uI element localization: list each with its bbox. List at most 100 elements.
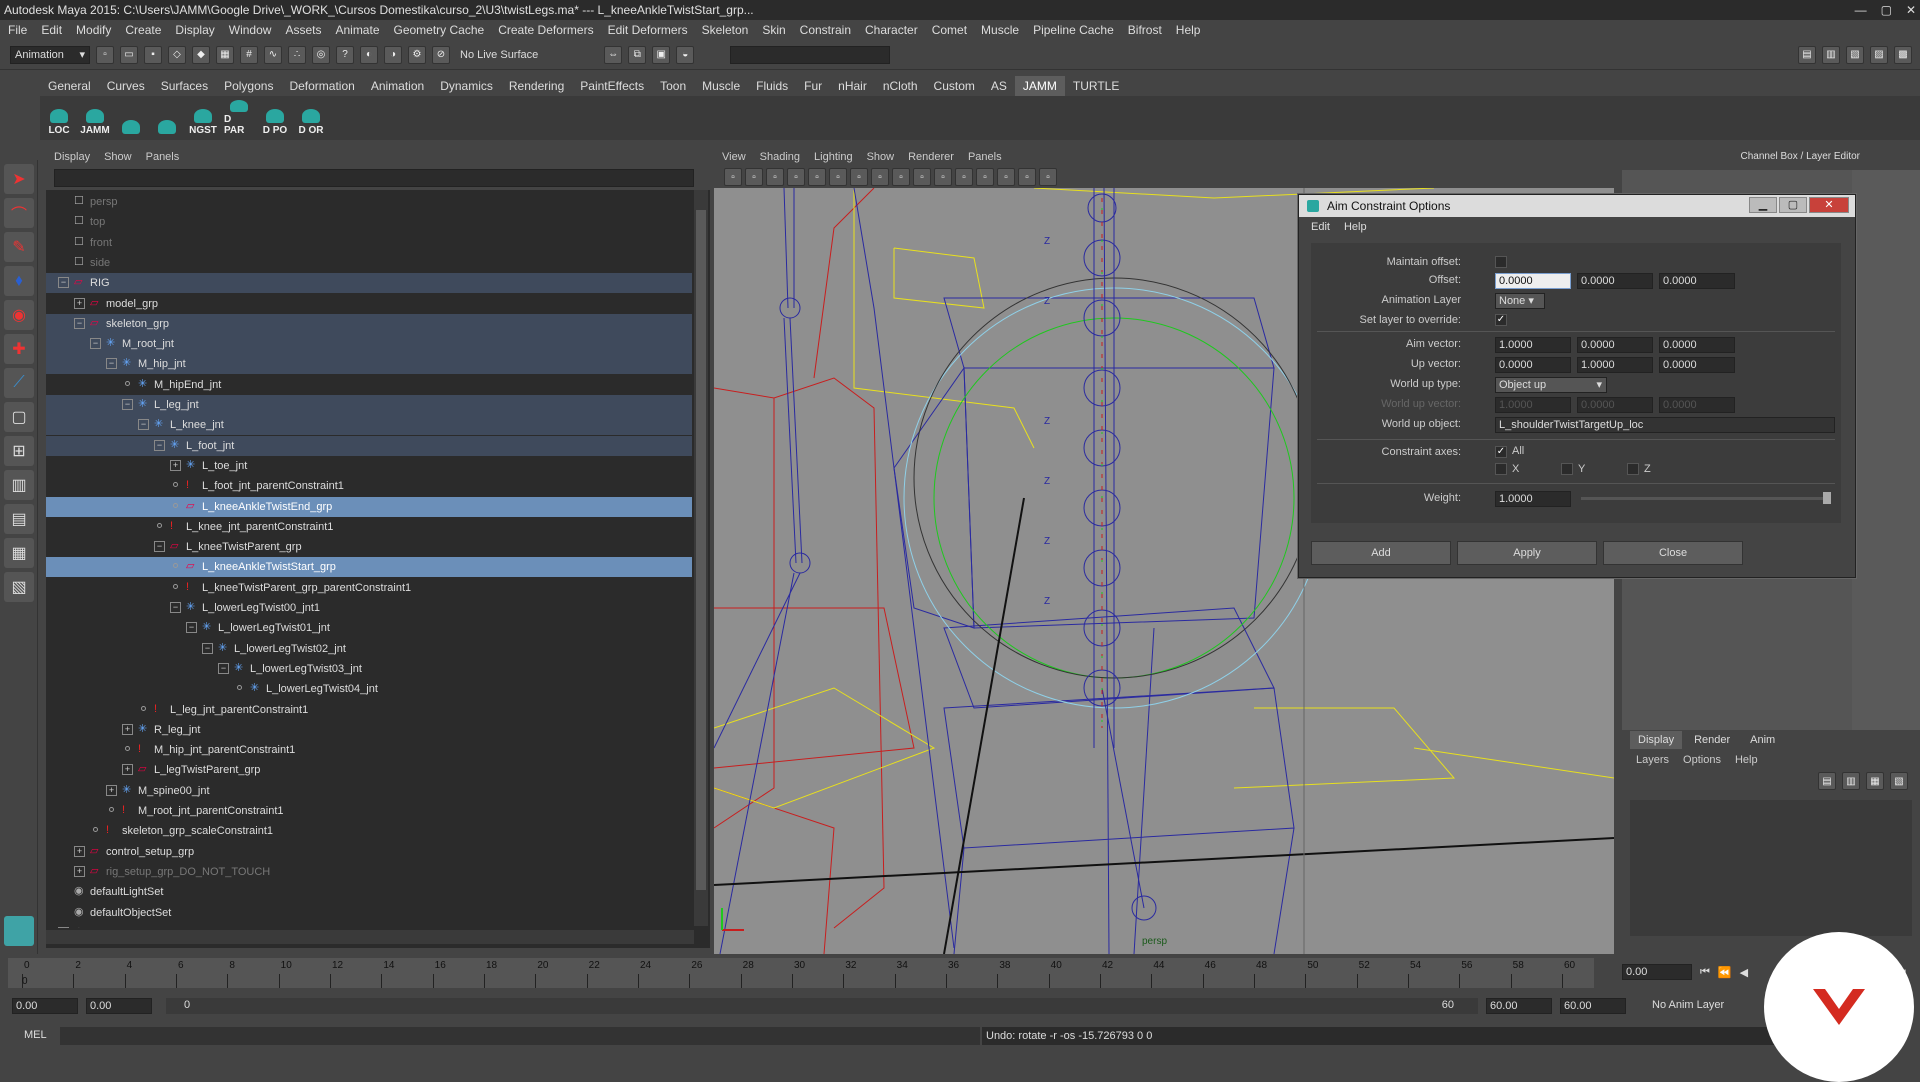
lock-camera-icon[interactable]: ▫: [745, 168, 763, 186]
new-layer-selected-icon[interactable]: ▥: [1842, 772, 1860, 790]
shelf-tab-deformation[interactable]: Deformation: [281, 76, 362, 96]
transform-icon[interactable]: ⇔: [604, 45, 623, 64]
world-up-object-field[interactable]: L_shoulderTwistTargetUp_loc: [1495, 417, 1835, 433]
outliner-node[interactable]: − ✳ L_leg_jnt: [46, 395, 692, 415]
quick-select-field[interactable]: [730, 45, 891, 64]
menu-modify[interactable]: Modify: [76, 20, 111, 40]
outliner-node[interactable]: − ✳ L_lowerLegTwist02_jnt: [46, 639, 692, 659]
attribute-editor-icon[interactable]: ▧: [1846, 45, 1864, 64]
camera-select-icon[interactable]: ▫: [724, 168, 742, 186]
outliner-node[interactable]: ! L_knee_jnt_parentConstraint1: [46, 517, 692, 537]
weight-field[interactable]: 1.0000: [1495, 491, 1571, 507]
shelf-tab-animation[interactable]: Animation: [363, 76, 432, 96]
expand-icon[interactable]: +: [122, 723, 133, 735]
outliner-node[interactable]: + ✳ R_leg_jnt: [46, 720, 692, 740]
move-tool-icon[interactable]: ⬧: [4, 266, 34, 296]
collapse-icon[interactable]: −: [154, 439, 165, 451]
scale-tool-icon[interactable]: ✚: [4, 334, 34, 364]
menu-bifrost[interactable]: Bifrost: [1128, 20, 1162, 40]
shelf-tab-dynamics[interactable]: Dynamics: [432, 76, 501, 96]
menu-animate[interactable]: Animate: [335, 20, 379, 40]
outliner-node[interactable]: + ▱ control_setup_grp: [46, 842, 692, 862]
image-plane-icon[interactable]: ▫: [787, 168, 805, 186]
snap-grid-icon[interactable]: #: [240, 45, 258, 64]
expand-icon[interactable]: +: [74, 845, 85, 857]
outliner-node[interactable]: − ▱ RIG: [46, 273, 692, 294]
collapse-icon[interactable]: −: [186, 622, 197, 634]
anim-start-field[interactable]: 0.00: [12, 998, 78, 1014]
offset-z-field[interactable]: 0.0000: [1659, 273, 1735, 289]
viewport-menu-show[interactable]: Show: [867, 151, 895, 163]
menu-display[interactable]: Display: [175, 20, 214, 40]
outliner-node[interactable]: ! M_hip_jnt_parentConstraint1: [46, 740, 692, 760]
shelf-tab-fluids[interactable]: Fluids: [748, 76, 796, 96]
xray-icon[interactable]: ▫: [934, 168, 952, 186]
hypershade-icon[interactable]: ◒: [676, 45, 695, 64]
set-layer-checkbox[interactable]: ✓: [1495, 314, 1507, 326]
outliner-node[interactable]: ! L_foot_jnt_parentConstraint1: [46, 476, 692, 496]
outliner-node[interactable]: − ✳ L_knee_jnt: [46, 415, 692, 436]
outliner-node[interactable]: − ▱ skeleton_grp: [46, 313, 692, 334]
outliner-node[interactable]: ▱ L_kneeAnkleTwistEnd_grp: [46, 496, 692, 517]
range-bar[interactable]: 0 60: [166, 998, 1478, 1014]
collapse-icon[interactable]: −: [154, 541, 165, 553]
outliner-menu-show[interactable]: Show: [104, 151, 132, 163]
maintain-offset-checkbox[interactable]: [1495, 256, 1507, 268]
outliner-scrollbar[interactable]: [694, 190, 708, 926]
outliner-node[interactable]: + ✳ L_toe_jnt: [46, 456, 692, 476]
current-frame-field[interactable]: 0.00: [1622, 964, 1692, 980]
expand-icon[interactable]: +: [122, 764, 133, 776]
menu-pipeline-cache[interactable]: Pipeline Cache: [1033, 20, 1114, 40]
dialog-close-icon[interactable]: ✕: [1809, 197, 1849, 213]
menu-create-deformers[interactable]: Create Deformers: [498, 20, 593, 40]
layer-menu-help[interactable]: Help: [1735, 754, 1758, 766]
minimize-icon[interactable]: —: [1855, 0, 1867, 20]
outliner-node[interactable]: ✳ M_hipEnd_jnt: [46, 375, 692, 395]
hypershade-layout-icon[interactable]: ▧: [4, 572, 34, 602]
axis-x-checkbox[interactable]: [1495, 463, 1507, 475]
shelf-button[interactable]: JAMM: [80, 100, 110, 136]
layout-icon[interactable]: ▤: [1798, 45, 1816, 64]
select-object-icon[interactable]: ◆: [192, 45, 210, 64]
menu-skin[interactable]: Skin: [762, 20, 785, 40]
outliner-node[interactable]: − ✳ M_root_jnt: [46, 334, 692, 355]
shelf-tab-nhair[interactable]: nHair: [830, 76, 875, 96]
save-scene-icon[interactable]: ▪: [144, 45, 162, 64]
menu-skeleton[interactable]: Skeleton: [702, 20, 749, 40]
channel-box-icon[interactable]: ▩: [1894, 45, 1912, 64]
expand-icon[interactable]: +: [74, 297, 85, 309]
select-hierarchy-icon[interactable]: ◇: [168, 45, 186, 64]
outliner-node[interactable]: + ▱ L_legTwistParent_grp: [46, 760, 692, 780]
menu-window[interactable]: Window: [229, 20, 272, 40]
shelf-tab-toon[interactable]: Toon: [652, 76, 694, 96]
menu-comet[interactable]: Comet: [932, 20, 967, 40]
menu-muscle[interactable]: Muscle: [981, 20, 1019, 40]
smooth-shade-icon[interactable]: ▫: [850, 168, 868, 186]
up-y-field[interactable]: 1.0000: [1577, 357, 1653, 373]
dialog-menu-edit[interactable]: Edit: [1311, 221, 1330, 233]
outliner-node[interactable]: − ✳ M_hip_jnt: [46, 354, 692, 375]
outliner-node[interactable]: ◉ defaultLightSet: [46, 882, 692, 902]
persp-outliner-icon[interactable]: ▤: [4, 504, 34, 534]
layer-down-icon[interactable]: ▧: [1890, 772, 1908, 790]
axis-z-checkbox[interactable]: [1627, 463, 1639, 475]
time-track[interactable]: 0 2 4 6 8 10 12 14 16 18 20 22 24 26 28 30 32 34 36 38 40 42 4…: [8, 958, 1594, 988]
menu-create[interactable]: Create: [125, 20, 161, 40]
snap-point-icon[interactable]: ∴: [288, 45, 306, 64]
rotate-tool-icon[interactable]: ◉: [4, 300, 34, 330]
collapse-icon[interactable]: −: [122, 399, 133, 410]
step-back-icon[interactable]: ⏪: [1718, 966, 1732, 979]
shelf-tab-rendering[interactable]: Rendering: [501, 76, 572, 96]
menu-geometry-cache[interactable]: Geometry Cache: [394, 20, 485, 40]
collapse-icon[interactable]: −: [138, 419, 149, 431]
playback-end-field[interactable]: 60.00: [1486, 998, 1552, 1014]
collapse-icon[interactable]: −: [58, 277, 69, 289]
viewport-menu-view[interactable]: View: [722, 151, 746, 163]
shelf-tab-muscle[interactable]: Muscle: [694, 76, 748, 96]
layer-list[interactable]: [1630, 800, 1912, 936]
outliner-node[interactable]: + ▱ model_grp: [46, 294, 692, 314]
grid-icon[interactable]: ▫: [808, 168, 826, 186]
collapse-icon[interactable]: −: [218, 662, 229, 674]
render-frame-icon[interactable]: ◐: [360, 45, 378, 64]
menu-set-dropdown[interactable]: Animation ▾: [10, 45, 90, 64]
